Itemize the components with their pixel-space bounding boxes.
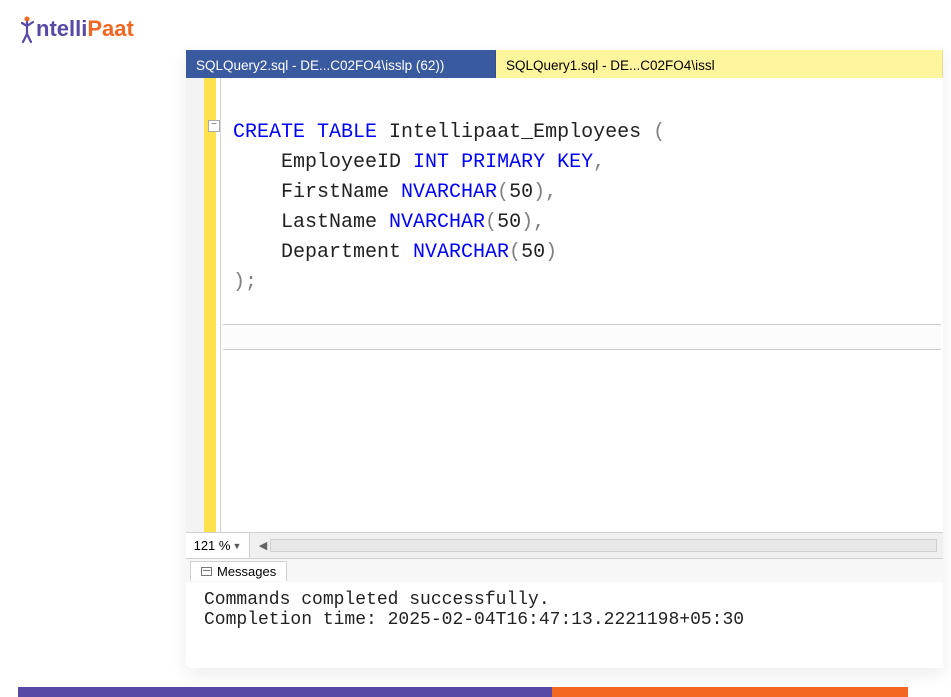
- logo-text-intelli: ntelli: [36, 16, 87, 42]
- editor-gutter: [186, 78, 220, 532]
- messages-tab-label: Messages: [217, 564, 276, 579]
- messages-tab[interactable]: Messages: [190, 561, 287, 581]
- fold-toggle-icon[interactable]: −: [208, 120, 220, 132]
- code-line: EmployeeID INT PRIMARY KEY,: [233, 148, 943, 178]
- code-line: CREATE TABLE Intellipaat_Employees (: [233, 118, 943, 148]
- document-tab-bar: SQLQuery2.sql - DE...C02FO4\isslp (62)) …: [186, 50, 943, 78]
- code-line: );: [233, 268, 943, 298]
- decorative-footer-bar: [18, 687, 908, 697]
- messages-output: Commands completed successfully. Complet…: [186, 582, 943, 668]
- intellipaat-figure-icon: [18, 14, 38, 44]
- scrollbar-track[interactable]: [270, 539, 937, 552]
- output-tab-bar: Messages: [186, 558, 943, 582]
- zoom-level-dropdown[interactable]: 121 % ▼: [186, 533, 250, 558]
- code-area[interactable]: − CREATE TABLE Intellipaat_Employees ( E…: [220, 78, 943, 532]
- output-line-1: Commands completed successfully.: [204, 590, 939, 610]
- code-line: FirstName NVARCHAR(50),: [233, 178, 943, 208]
- scroll-left-icon[interactable]: ◀: [256, 539, 270, 552]
- sql-editor[interactable]: − CREATE TABLE Intellipaat_Employees ( E…: [186, 78, 943, 532]
- tab-sqlquery1[interactable]: SQLQuery1.sql - DE...C02FO4\issl: [496, 50, 943, 78]
- tab-sqlquery2[interactable]: SQLQuery2.sql - DE...C02FO4\isslp (62)): [186, 50, 496, 78]
- code-line: LastName NVARCHAR(50),: [233, 208, 943, 238]
- ide-window: SQLQuery2.sql - DE...C02FO4\isslp (62)) …: [186, 50, 943, 668]
- output-line-3: Completion time: 2025-02-04T16:47:13.222…: [204, 610, 939, 630]
- cursor-line: [223, 324, 941, 350]
- messages-icon: [201, 567, 212, 576]
- zoom-value: 121 %: [194, 538, 231, 553]
- code-line: Department NVARCHAR(50): [233, 238, 943, 268]
- brand-logo: ntelliPaat: [18, 14, 134, 44]
- horizontal-scrollbar[interactable]: ◀: [250, 533, 943, 558]
- chevron-down-icon: ▼: [232, 541, 241, 551]
- editor-status-bar: 121 % ▼ ◀: [186, 532, 943, 558]
- logo-text-paat: Paat: [87, 16, 133, 42]
